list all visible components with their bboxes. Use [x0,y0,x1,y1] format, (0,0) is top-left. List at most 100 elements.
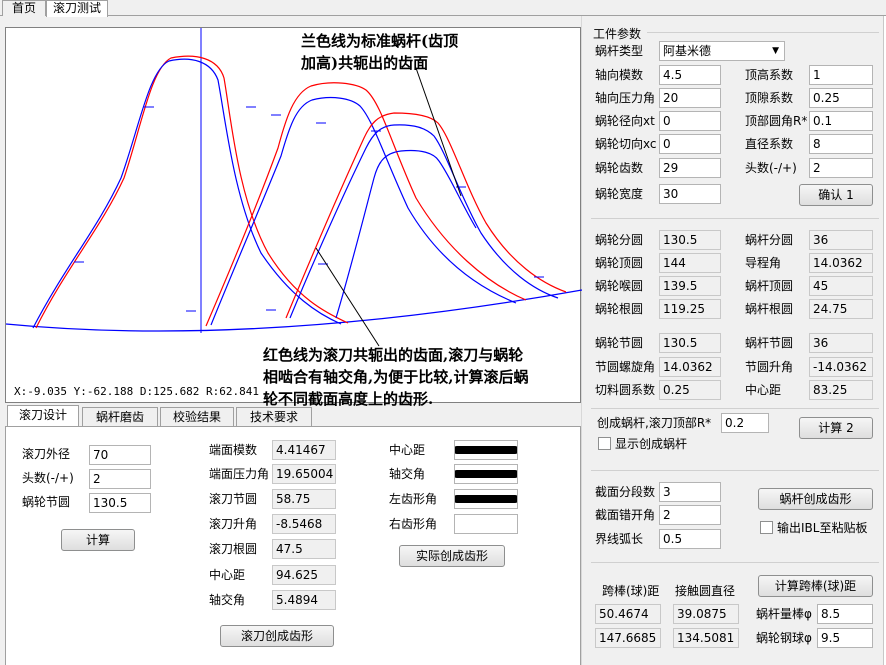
sections-input[interactable]: 3 [659,482,721,502]
hob-center-field: 94.625 [272,565,336,585]
worm-type-value: 阿基米德 [663,44,712,58]
gear-pitch-label: 蜗轮节圆 [595,336,644,350]
actual-center-label: 中心距 [389,443,426,457]
hob-lead-angle-label: 滚刀升角 [209,517,258,531]
gear-ball-input[interactable]: 9.5 [817,628,873,648]
worm-pitch-field: 36 [809,333,873,353]
span-distance-1-field: 50.4674 [595,604,661,624]
hob-pitch-field: 58.75 [272,489,336,509]
worm-generate-profile-button[interactable]: 蜗杆创成齿形 [758,488,873,510]
tooth1-red-profile [35,55,349,329]
divider [591,218,879,219]
axial-pressure-angle-input[interactable]: 20 [659,88,721,108]
cut-coef-label: 切料圆系数 [595,383,656,397]
clearance-coef-input[interactable]: 0.25 [809,88,873,108]
gear-ball-label: 蜗轮钢球φ [756,631,812,645]
calc-2-button[interactable]: 计算 2 [799,417,873,439]
workpiece-params-panel: 工件参数 蜗杆类型 阿基米德 ▼ 轴向模数 4.5 顶高系数 1 轴向压力角 20… [585,22,883,662]
contact-dia-1-field: 39.0875 [673,604,739,624]
tab-hob-design[interactable]: 滚刀设计 [7,405,79,427]
gen-worm-r-input[interactable]: 0.2 [721,413,769,433]
hob-lead-angle-field: -8.5468 [272,514,336,534]
gear-radial-input[interactable]: 0 [659,111,721,131]
gear-width-input[interactable]: 30 [659,184,721,204]
hob-generate-profile-button[interactable]: 滚刀创成齿形 [220,625,334,647]
span-distance-2-field: 147.6685 [595,628,661,648]
worm-rod-input[interactable]: 8.5 [817,604,873,624]
divider [591,562,879,563]
tab-check-results[interactable]: 校验结果 [160,407,234,427]
worm-starts-input[interactable]: 2 [809,158,873,178]
divider [591,408,879,409]
actual-shaft-field[interactable] [454,464,518,484]
addendum-coef-input[interactable]: 1 [809,65,873,85]
end-pressure-angle-field: 19.65004 [272,464,336,484]
confirm-1-button[interactable]: 确认 1 [799,184,873,206]
hob-pitch-label: 滚刀节圆 [209,492,258,506]
diameter-coef-input[interactable]: 8 [809,134,873,154]
worm-rod-label: 蜗杆量棒φ [756,607,812,621]
right-profile-angle-label: 右齿形角 [389,517,438,531]
red-line-note-line2: 相啮合有轴交角,为便于比较,计算滚后蜗 [263,368,529,386]
tab-tech-requirements-label: 技术要求 [249,410,298,424]
hob-root-label: 滚刀根圆 [209,542,258,556]
worm-type-select[interactable]: 阿基米德 ▼ [659,41,785,61]
gear-root-field: 119.25 [659,299,721,319]
center-distance-label: 中心距 [745,383,782,397]
tooth3-red-profile [285,112,567,319]
show-worm-checkbox[interactable] [598,437,611,450]
params-group-line [647,32,879,33]
red-note-leader [315,247,380,347]
hob-calc-button[interactable]: 计算 [61,529,135,551]
hob-outer-dia-input[interactable]: 70 [89,445,151,465]
calc-span-button[interactable]: 计算跨棒(球)距 [758,575,873,597]
boundary-arc-label: 界线弧长 [595,532,644,546]
hob-gear-pitch-input[interactable]: 130.5 [89,493,151,513]
output-ibl-label: 输出IBL至粘贴板 [777,521,868,535]
tooth-profile-plot[interactable]: 兰色线为标准蜗杆(齿顶 加高)共轭出的齿面 红色线为滚刀共轭出的齿面,滚刀与蜗轮… [5,27,582,408]
boundary-arc-input[interactable]: 0.5 [659,529,721,549]
left-profile-angle-field[interactable] [454,489,518,509]
tab-worm-grinding[interactable]: 蜗杆磨齿 [82,407,158,427]
hob-starts-label: 头数(-/+) [22,471,74,485]
diameter-coef-label: 直径系数 [745,137,794,151]
worm-root-field: 24.75 [809,299,873,319]
tab-tech-requirements[interactable]: 技术要求 [236,407,312,427]
actual-center-field[interactable] [454,440,518,460]
axial-module-input[interactable]: 4.5 [659,65,721,85]
blue-line-note-line1: 兰色线为标准蜗杆(齿顶 [301,32,459,50]
gear-tangent-label: 蜗轮切向xc [595,137,657,151]
pitch-helix-label: 节圆螺旋角 [595,360,656,374]
output-ibl-checkbox[interactable] [760,521,773,534]
worm-ref-circle-label: 蜗杆分圆 [745,233,794,247]
gear-tip-circle-field: 144 [659,253,721,273]
section-offset-input[interactable]: 2 [659,505,721,525]
red-line-note-line1: 红色线为滚刀共轭出的齿面,滚刀与蜗轮 [263,346,524,364]
gear-teeth-input[interactable]: 29 [659,158,721,178]
gear-root-label: 蜗轮根圆 [595,302,644,316]
chevron-down-icon: ▼ [772,46,779,56]
worm-tip-label: 蜗杆顶圆 [745,279,794,293]
tab-hob-test[interactable]: 滚刀测试 [46,0,108,17]
clearance-coef-label: 顶隙系数 [745,91,794,105]
pitch-lead-label: 节圆升角 [745,360,794,374]
gear-ref-circle-field: 130.5 [659,230,721,250]
worm-pitch-label: 蜗杆节圆 [745,336,794,350]
divider [591,470,879,471]
pitch-helix-field: 14.0362 [659,357,721,377]
gear-teeth-label: 蜗轮齿数 [595,161,644,175]
gear-pitch-field: 130.5 [659,333,721,353]
gear-throat-field: 139.5 [659,276,721,296]
actual-generate-profile-button[interactable]: 实际创成齿形 [399,545,505,567]
right-profile-angle-field[interactable] [454,514,518,534]
pitch-lead-field: -14.0362 [809,357,873,377]
hob-starts-input[interactable]: 2 [89,469,151,489]
tab-home[interactable]: 首页 [2,0,46,16]
tip-radius-input[interactable]: 0.1 [809,111,873,131]
gear-tangent-input[interactable]: 0 [659,134,721,154]
blue-note-leader [415,67,462,197]
hob-shaft-angle-label: 轴交角 [209,593,246,607]
end-module-field: 4.41467 [272,440,336,460]
cursor-coordinates: X:-9.035 Y:-62.188 D:125.682 R:62.841 [14,385,260,398]
tip-radius-label: 顶部圆角R* [745,114,808,128]
